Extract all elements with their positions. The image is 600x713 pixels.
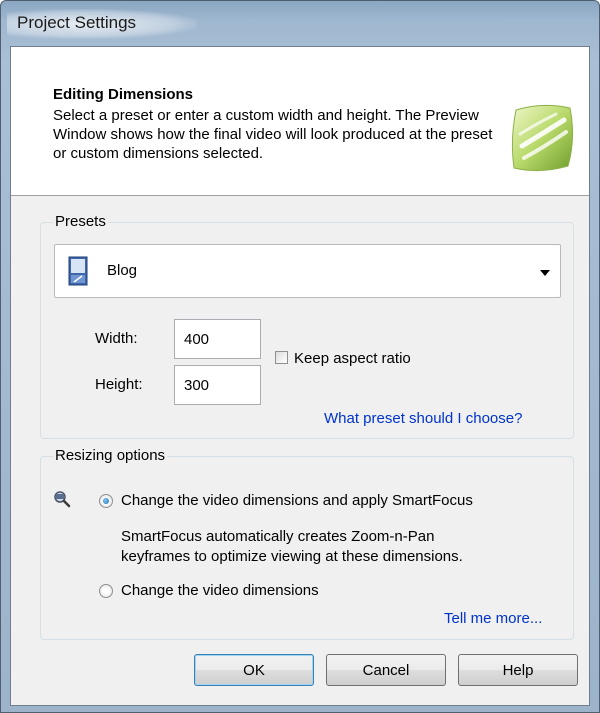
- keep-aspect-ratio-label[interactable]: Keep aspect ratio: [294, 350, 411, 367]
- preset-dropdown[interactable]: Blog: [54, 244, 561, 298]
- smartfocus-desc-line2: keyframes to optimize viewing at these d…: [121, 548, 463, 565]
- resizing-options-group: Resizing options Change the video dimens…: [40, 447, 574, 640]
- height-input[interactable]: 300: [174, 365, 261, 405]
- window-title: Project Settings: [17, 13, 137, 32]
- header-title: Editing Dimensions: [53, 86, 194, 103]
- preset-selected-text: Blog: [107, 262, 138, 279]
- ok-button[interactable]: OK: [194, 654, 314, 686]
- smartfocus-radio[interactable]: [99, 494, 113, 508]
- smartfocus-magnifier-icon: [54, 491, 71, 508]
- project-settings-window: Project Settings Editing Dimensions Sele…: [0, 0, 600, 713]
- dimensions-only-radio[interactable]: [99, 584, 113, 598]
- dialog-client-area: Editing Dimensions Select a preset or en…: [10, 46, 590, 706]
- dialog-header: Editing Dimensions Select a preset or en…: [11, 47, 589, 196]
- smartfocus-option-label[interactable]: Change the video dimensions and apply Sm…: [121, 492, 473, 509]
- dimensions-only-option-label[interactable]: Change the video dimensions: [121, 582, 319, 599]
- green-brush-logo-icon: [511, 104, 574, 172]
- chevron-down-icon[interactable]: [540, 270, 550, 276]
- header-description: Select a preset or enter a custom width …: [53, 107, 493, 162]
- cancel-button[interactable]: Cancel: [326, 654, 446, 686]
- height-label: Height:: [95, 376, 143, 393]
- presets-group: Presets Blog Width: 400 Height: 300 Keep…: [40, 213, 574, 439]
- title-bar[interactable]: Project Settings: [1, 1, 599, 45]
- tell-me-more-link[interactable]: Tell me more...: [444, 610, 542, 627]
- presets-group-label: Presets: [53, 213, 108, 230]
- width-label: Width:: [95, 330, 138, 347]
- preset-help-link[interactable]: What preset should I choose?: [324, 410, 522, 427]
- blog-preset-icon: [68, 256, 88, 286]
- width-input[interactable]: 400: [174, 319, 261, 359]
- smartfocus-desc-line1: SmartFocus automatically creates Zoom-n-…: [121, 528, 435, 545]
- keep-aspect-ratio-checkbox[interactable]: [275, 351, 288, 364]
- resizing-group-label: Resizing options: [53, 447, 168, 464]
- help-button[interactable]: Help: [458, 654, 578, 686]
